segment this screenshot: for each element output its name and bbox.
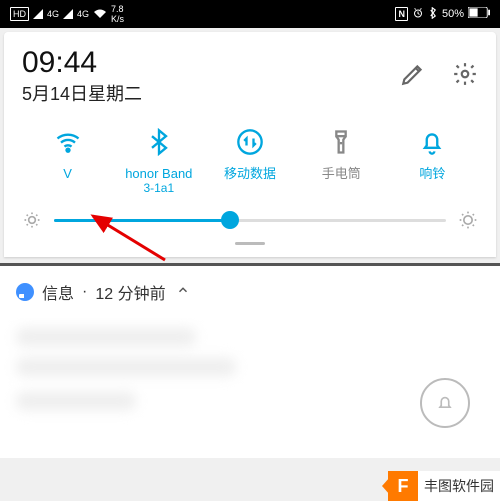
flashlight-toggle[interactable]: 手电筒	[296, 126, 387, 196]
flashlight-label: 手电筒	[322, 166, 361, 196]
brightness-high-icon	[458, 210, 478, 230]
panel-header: 09:44 5月14日星期二	[22, 46, 478, 106]
settings-gear-icon[interactable]	[452, 61, 478, 92]
notification-body-blurred	[0, 318, 500, 458]
signal-a-icon	[33, 9, 43, 19]
bell-icon	[418, 126, 446, 158]
clock-date: 5月14日星期二	[22, 80, 400, 106]
nfc-badge: N	[395, 7, 408, 21]
status-bar: HD 4G 4G 7.8K/s N 50%	[0, 0, 500, 28]
alarm-status-icon	[412, 7, 424, 22]
bluetooth-icon	[145, 126, 173, 158]
panel-drag-handle[interactable]	[235, 242, 265, 245]
mobile-data-label: 移动数据	[224, 166, 276, 196]
status-right: N 50%	[395, 7, 490, 22]
quick-toggles-row: V honor Band 3-1a1 移动数据 手电筒	[22, 126, 478, 196]
watermark-text: 丰图软件园	[424, 476, 494, 496]
slider-thumb[interactable]	[221, 211, 239, 229]
wifi-status-icon	[93, 9, 107, 19]
ringer-label: 响铃	[419, 166, 445, 196]
mobile-data-toggle[interactable]: 移动数据	[204, 126, 295, 196]
wifi-label: V	[63, 166, 72, 196]
wifi-icon	[54, 126, 82, 158]
quick-settings-panel: 09:44 5月14日星期二 V honor Band 3-1a1	[4, 32, 496, 257]
wifi-toggle[interactable]: V	[22, 126, 113, 196]
flashlight-icon	[327, 126, 355, 158]
edit-icon[interactable]	[400, 61, 426, 92]
signal-b-icon	[63, 9, 73, 19]
ringer-toggle[interactable]: 响铃	[387, 126, 478, 196]
notification-sep: ·	[82, 283, 87, 301]
data-rate: 7.8K/s	[111, 4, 124, 24]
battery-icon	[468, 7, 490, 21]
notification-fab[interactable]	[420, 378, 470, 428]
notification-row[interactable]: 信息 · 12 分钟前	[0, 266, 500, 318]
brightness-low-icon	[22, 210, 42, 230]
brightness-slider-row	[22, 206, 478, 234]
mobile-data-icon	[236, 126, 264, 158]
messages-app-icon	[16, 283, 34, 301]
clock-time: 09:44	[22, 46, 400, 80]
bluetooth-status-icon	[428, 7, 438, 22]
hd-badge: HD	[10, 7, 29, 21]
net-b: 4G	[77, 9, 89, 19]
battery-pct: 50%	[442, 8, 464, 20]
chevron-up-icon[interactable]	[176, 283, 190, 302]
watermark-logo: F	[388, 471, 418, 501]
notification-time: 12 分钟前	[95, 280, 165, 304]
watermark: F 丰图软件园	[388, 471, 500, 501]
bluetooth-label: honor Band 3-1a1	[125, 166, 192, 196]
notification-app: 信息	[42, 280, 74, 304]
net-a: 4G	[47, 9, 59, 19]
time-block[interactable]: 09:44 5月14日星期二	[22, 46, 400, 106]
status-left: HD 4G 4G 7.8K/s	[10, 4, 124, 24]
brightness-slider[interactable]	[54, 219, 446, 222]
bluetooth-toggle[interactable]: honor Band 3-1a1	[113, 126, 204, 196]
